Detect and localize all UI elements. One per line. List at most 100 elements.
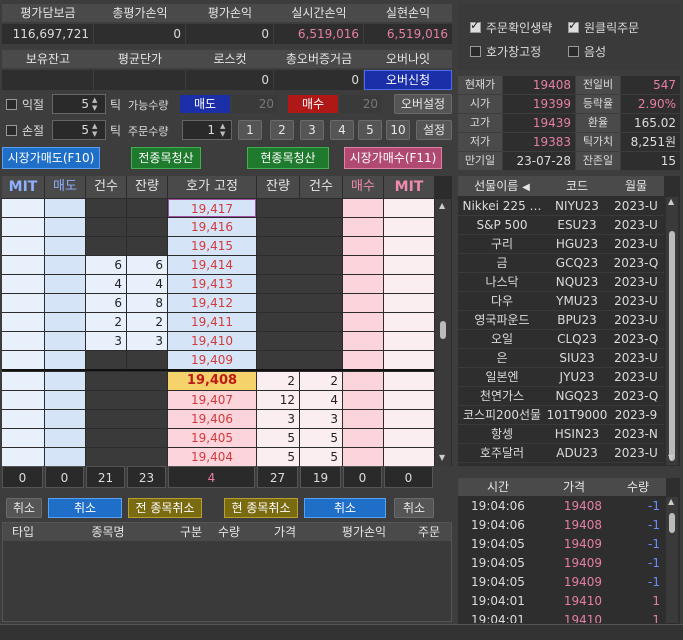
ask-buy-cell[interactable] bbox=[343, 199, 383, 217]
ask-mit-buy-cell[interactable] bbox=[384, 256, 434, 274]
market-sell-button[interactable]: 시장가매도(F10) bbox=[2, 147, 100, 169]
bid-mit-cell[interactable] bbox=[2, 429, 44, 447]
futures-row[interactable]: 다우 YMU23 2023-U bbox=[458, 292, 664, 311]
ask-sell-cell[interactable] bbox=[45, 351, 85, 369]
ob-header-price-fix[interactable]: 호가 고정 bbox=[168, 176, 256, 198]
spin-arrows-icon[interactable]: ▲ ▼ bbox=[92, 122, 97, 138]
ask-price-cell[interactable]: 19,412 bbox=[168, 294, 256, 312]
cancel-mit-buy-button[interactable]: 취소 bbox=[394, 498, 434, 518]
ask-sell-cell[interactable] bbox=[45, 199, 85, 217]
bid-mit-cell[interactable] bbox=[2, 448, 44, 466]
ask-mit-cell[interactable] bbox=[2, 237, 44, 255]
ask-mit-buy-cell[interactable] bbox=[384, 351, 434, 369]
cancel-mit-sell-button[interactable]: 취소 bbox=[6, 498, 42, 518]
bid-mit-buy-cell[interactable] bbox=[384, 372, 434, 390]
futures-row[interactable]: 코스피200선물 101T9000 2023-9 bbox=[458, 406, 664, 425]
ask-buy-cell[interactable] bbox=[343, 256, 383, 274]
ask-sell-cell[interactable] bbox=[45, 332, 85, 350]
bid-buy-cell[interactable] bbox=[343, 372, 383, 390]
futures-row[interactable]: S&P 500 ESU23 2023-U bbox=[458, 216, 664, 235]
bid-buy-cell[interactable] bbox=[343, 410, 383, 428]
cancel-all-button[interactable]: 전 종목취소 bbox=[128, 498, 202, 518]
ask-price-cell[interactable]: 19,410 bbox=[168, 332, 256, 350]
ask-sell-cell[interactable] bbox=[45, 275, 85, 293]
ask-price-cell[interactable]: 19,417 bbox=[168, 199, 256, 217]
ask-mit-buy-cell[interactable] bbox=[384, 199, 434, 217]
qty-button-5[interactable]: 5 bbox=[358, 120, 382, 140]
ob-scrollbar[interactable]: ▲ ▼ bbox=[435, 199, 451, 466]
scroll-up-icon[interactable]: ▲ bbox=[668, 197, 674, 206]
profit-checkbox[interactable] bbox=[6, 99, 17, 110]
scroll-up-icon[interactable]: ▲ bbox=[439, 201, 445, 210]
ask-price-cell[interactable]: 19,409 bbox=[168, 351, 256, 369]
fix-price-checkbox[interactable] bbox=[470, 46, 481, 57]
sort-arrow-icon[interactable]: ◀ bbox=[522, 182, 530, 193]
bid-mit-cell[interactable] bbox=[2, 372, 44, 390]
ask-sell-cell[interactable] bbox=[45, 256, 85, 274]
futures-row[interactable]: Nikkei 225 … NIYU23 2023-U bbox=[458, 197, 664, 216]
ask-price-cell[interactable]: 19,414 bbox=[168, 256, 256, 274]
ask-mit-cell[interactable] bbox=[2, 218, 44, 236]
ask-buy-cell[interactable] bbox=[343, 332, 383, 350]
qty-button-10[interactable]: 10 bbox=[386, 120, 410, 140]
bid-sell-cell[interactable] bbox=[45, 410, 85, 428]
cancel-current-button[interactable]: 현 종목취소 bbox=[224, 498, 298, 518]
futures-row[interactable]: 항셍 HSIN23 2023-N bbox=[458, 425, 664, 444]
ask-buy-cell[interactable] bbox=[343, 294, 383, 312]
futures-row[interactable]: 천연가스 NGQ23 2023-Q bbox=[458, 387, 664, 406]
sound-checkbox[interactable] bbox=[568, 46, 579, 57]
futures-row[interactable]: 은 SIU23 2023-U bbox=[458, 349, 664, 368]
scroll-down-icon[interactable]: ▼ bbox=[668, 453, 674, 462]
bid-buy-cell[interactable] bbox=[343, 448, 383, 466]
fut-header-name[interactable]: 선물이름 ◀ bbox=[458, 176, 546, 196]
bid-price-cell[interactable]: 19,405 bbox=[168, 429, 256, 447]
spin-arrows-icon[interactable]: ▲ ▼ bbox=[92, 96, 97, 112]
ask-mit-buy-cell[interactable] bbox=[384, 294, 434, 312]
bid-mit-cell[interactable] bbox=[2, 410, 44, 428]
ask-mit-buy-cell[interactable] bbox=[384, 218, 434, 236]
qty-button-3[interactable]: 3 bbox=[300, 120, 324, 140]
loss-checkbox[interactable] bbox=[6, 125, 17, 136]
market-buy-button[interactable]: 시장가매수(F11) bbox=[344, 147, 442, 169]
ask-mit-cell[interactable] bbox=[2, 294, 44, 312]
profit-tick-input[interactable]: 5 bbox=[52, 94, 106, 114]
scroll-thumb[interactable] bbox=[669, 513, 675, 533]
futures-row[interactable]: 구리 HGU23 2023-U bbox=[458, 235, 664, 254]
bid-price-cell[interactable]: 19,408 bbox=[168, 372, 256, 390]
bid-mit-buy-cell[interactable] bbox=[384, 448, 434, 466]
futures-row[interactable]: 금 GCQ23 2023-Q bbox=[458, 254, 664, 273]
futures-row[interactable]: 오일 CLQ23 2023-Q bbox=[458, 330, 664, 349]
bid-mit-cell[interactable] bbox=[2, 391, 44, 409]
qty-button-2[interactable]: 2 bbox=[270, 120, 294, 140]
ask-mit-buy-cell[interactable] bbox=[384, 332, 434, 350]
bid-sell-cell[interactable] bbox=[45, 429, 85, 447]
over-settings-button[interactable]: 오버설정 bbox=[394, 94, 452, 114]
cancel-sell-button[interactable]: 취소 bbox=[48, 498, 122, 518]
ask-buy-cell[interactable] bbox=[343, 237, 383, 255]
loss-tick-input[interactable]: 5 bbox=[52, 120, 106, 140]
ask-mit-cell[interactable] bbox=[2, 332, 44, 350]
ask-mit-buy-cell[interactable] bbox=[384, 313, 434, 331]
ask-price-cell[interactable]: 19,413 bbox=[168, 275, 256, 293]
ask-buy-cell[interactable] bbox=[343, 275, 383, 293]
bid-price-cell[interactable]: 19,406 bbox=[168, 410, 256, 428]
ask-sell-cell[interactable] bbox=[45, 237, 85, 255]
scroll-down-icon[interactable]: ▼ bbox=[439, 453, 445, 462]
fut-scrollbar[interactable]: ▲ ▼ bbox=[666, 197, 678, 465]
scroll-thumb[interactable] bbox=[440, 321, 446, 339]
ask-mit-cell[interactable] bbox=[2, 256, 44, 274]
ask-mit-cell[interactable] bbox=[2, 275, 44, 293]
ask-price-cell[interactable]: 19,411 bbox=[168, 313, 256, 331]
ask-mit-buy-cell[interactable] bbox=[384, 275, 434, 293]
futures-row[interactable]: 나스닥 NQU23 2023-U bbox=[458, 273, 664, 292]
clear-all-button[interactable]: 전종목청산 bbox=[131, 147, 201, 169]
ask-mit-buy-cell[interactable] bbox=[384, 237, 434, 255]
ask-price-cell[interactable]: 19,416 bbox=[168, 218, 256, 236]
bid-mit-buy-cell[interactable] bbox=[384, 410, 434, 428]
ask-buy-cell[interactable] bbox=[343, 351, 383, 369]
futures-row[interactable]: 일본엔 JYU23 2023-U bbox=[458, 368, 664, 387]
bid-price-cell[interactable]: 19,407 bbox=[168, 391, 256, 409]
bid-buy-cell[interactable] bbox=[343, 391, 383, 409]
bid-buy-cell[interactable] bbox=[343, 429, 383, 447]
bid-mit-buy-cell[interactable] bbox=[384, 391, 434, 409]
